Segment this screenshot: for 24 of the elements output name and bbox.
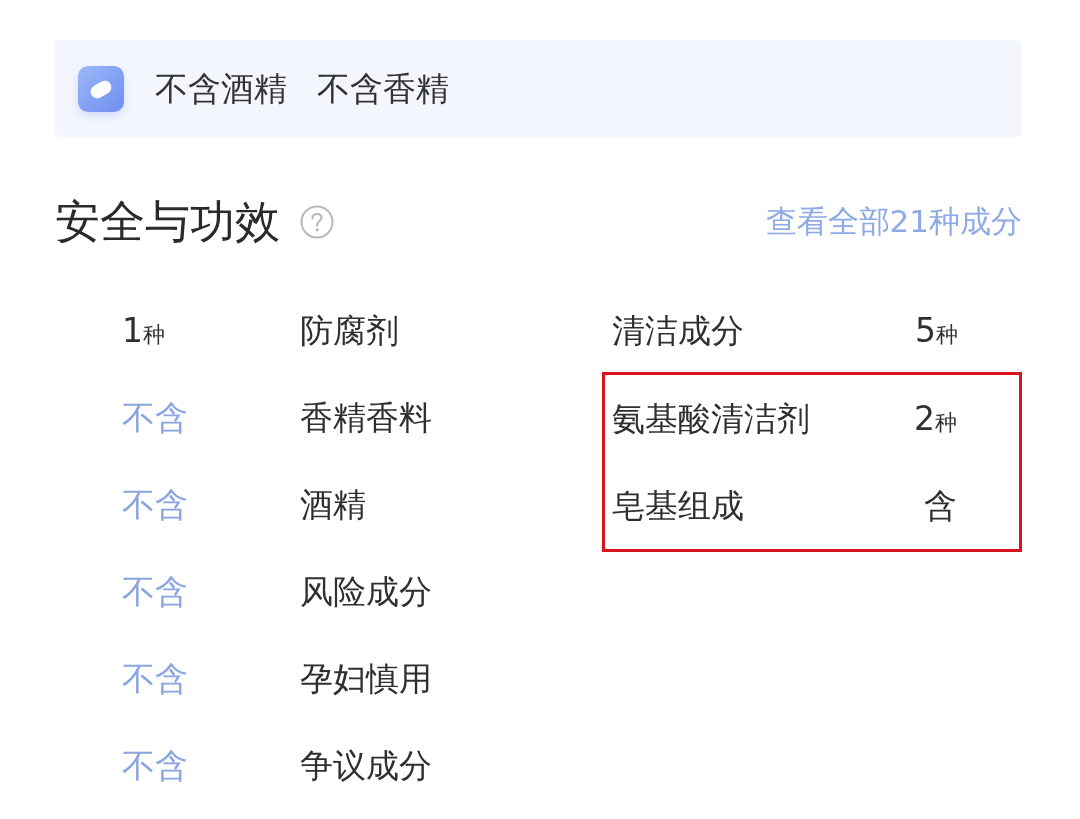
ingredient-value: 5种 [915, 310, 958, 351]
feature-tag: 不含酒精 [155, 68, 287, 109]
ingredient-category: 酒精 [300, 484, 366, 525]
ingredient-category: 争议成分 [300, 745, 432, 786]
ingredient-value: 不含 [122, 745, 189, 786]
ingredient-value: 2种 [914, 398, 957, 439]
feature-tag: 不含香精 [317, 68, 449, 109]
ingredient-value: 不含 [122, 658, 189, 699]
ingredient-value: 含 [924, 485, 957, 526]
ingredient-value: 1种 [122, 310, 166, 351]
ingredient-category: 清洁成分 [612, 310, 744, 351]
ingredient-category: 风险成分 [300, 571, 432, 612]
capsule-icon [78, 65, 124, 112]
ingredient-category: 孕妇慎用 [300, 658, 432, 699]
ingredient-category: 皂基组成 [612, 485, 744, 526]
ingredient-category: 氨基酸清洁剂 [612, 398, 810, 439]
view-all-ingredients-link[interactable]: 查看全部21种成分 [765, 203, 1022, 241]
section-title: 安全与功效 [55, 195, 280, 249]
ingredient-value: 不含 [122, 484, 189, 525]
ingredient-value: 不含 [122, 571, 189, 612]
help-icon[interactable] [300, 205, 334, 239]
ingredient-category: 香精香料 [300, 397, 432, 438]
ingredient-value: 不含 [122, 397, 189, 438]
ingredient-category: 防腐剂 [300, 310, 399, 351]
